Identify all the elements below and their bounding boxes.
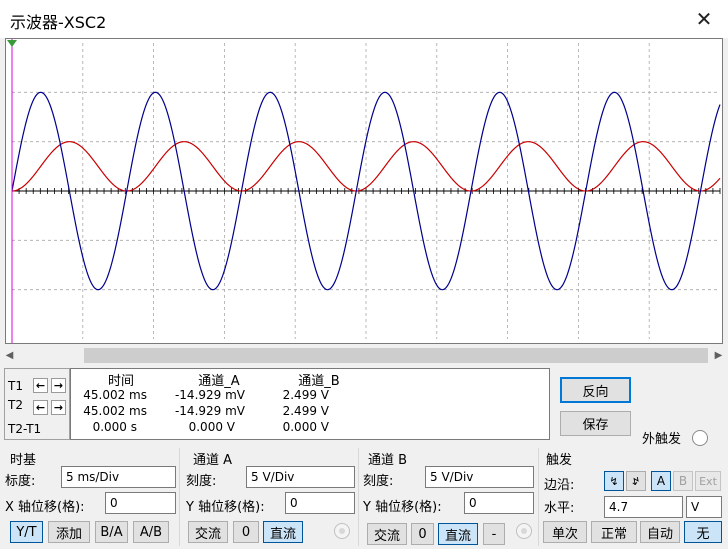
arrow-right-icon: → [53,401,64,414]
group-divider [358,448,359,546]
channel-a-zero-button[interactable]: 0 [233,521,259,543]
readout-t1-channel-a: -14.929 mV [174,388,245,402]
trigger-edge-label: 边沿: [544,478,575,493]
close-button[interactable]: ✕ [684,2,724,36]
scroll-right-icon[interactable]: ▶ [710,347,727,364]
channel-a-terminal [334,523,350,539]
arrow-left-icon: ← [35,401,46,414]
x-position-label: X 轴位移(格): [5,500,85,515]
readout-delta-channel-b: 0.000 V [282,420,329,434]
t1-left-button[interactable]: ← [33,378,48,393]
close-icon: ✕ [695,7,713,31]
trigger-title: 触发 [546,453,573,468]
trigger-falling-edge-button[interactable]: ↯ [626,471,646,491]
channel-a-ac-button[interactable]: 交流 [188,521,228,543]
falling-edge-icon: ↯ [631,474,641,488]
timebase-title: 时基 [10,453,37,468]
t1-right-button[interactable]: → [51,378,66,393]
trigger-level-label: 水平: [544,501,575,516]
channel-a-title: 通道 A [193,453,233,468]
channel-b-zero-button[interactable]: 0 [411,523,434,545]
channel-b-ypos-label: Y 轴位移(格): [363,500,442,515]
trigger-source-ext-button[interactable]: Ext [695,471,721,491]
channel-b-title: 通道 B [368,453,408,468]
channel-a-scale-label: 刻度: [186,474,217,489]
channel-a-ypos-input[interactable]: 0 [285,492,355,514]
title-bar: 示波器-XSC2 ✕ [0,0,728,38]
mode-ba-button[interactable]: B/A [95,521,128,543]
readout-t1-channel-b: 2.499 V [282,388,329,402]
oscilloscope-screen[interactable] [5,38,723,344]
channel-b-invert-button[interactable]: - [483,523,505,545]
mode-yt-button[interactable]: Y/T [10,521,43,543]
trigger-auto-button[interactable]: 自动 [640,521,680,543]
ext-trigger-terminal[interactable] [692,430,708,446]
channel-b-dc-button[interactable]: 直流 [438,523,478,545]
channel-a-dc-button[interactable]: 直流 [263,521,303,543]
readout-t2-channel-b: 2.499 V [282,404,329,418]
readout-delta-time: 0.000 s [92,420,137,434]
readout-t1-time: 45.002 ms [83,388,147,402]
channel-b-ypos-input[interactable]: 0 [464,492,534,514]
scroll-left-icon[interactable]: ◀ [1,347,18,364]
waveform-plot [7,39,721,343]
channel-a-ypos-label: Y 轴位移(格): [186,500,265,515]
reverse-button[interactable]: 反向 [560,377,631,403]
readout-t2-time: 45.002 ms [83,404,147,418]
trigger-level-unit[interactable]: V [686,496,722,518]
scroll-thumb[interactable] [84,348,708,363]
t2-left-button[interactable]: ← [33,400,48,415]
cursor-t1-marker [7,40,17,47]
channel-b-terminal [516,523,532,539]
readout-header-time: 时间 [107,374,134,389]
trigger-source-b-button[interactable]: B [673,471,693,491]
arrow-left-icon: ← [35,379,46,392]
channel-b-ac-button[interactable]: 交流 [367,523,407,545]
measurement-readout: 时间 通道_A 通道_B 45.002 ms -14.929 mV 2.499 … [70,368,550,440]
channel-b-scale-label: 刻度: [363,474,394,489]
t2-label: T2 [8,398,23,412]
trigger-normal-button[interactable]: 正常 [591,521,637,543]
readout-header-channel-a: 通道_A [198,374,240,389]
readout-t2-channel-a: -14.929 mV [174,404,245,418]
channel-b-scale-input[interactable]: 5 V/Div [425,466,534,488]
t2-right-button[interactable]: → [51,400,66,415]
arrow-right-icon: → [53,379,64,392]
timebase-scale-input[interactable]: 5 ms/Div [61,466,176,488]
save-button[interactable]: 保存 [560,411,631,436]
trigger-rising-edge-button[interactable]: ↯ [604,471,624,491]
window-title: 示波器-XSC2 [10,13,107,32]
trigger-single-button[interactable]: 单次 [543,521,587,543]
group-divider [179,448,180,546]
trigger-source-a-button[interactable]: A [651,471,671,491]
mode-ab-button[interactable]: A/B [133,521,169,543]
rising-edge-icon: ↯ [609,474,619,488]
mode-add-button[interactable]: 添加 [48,521,90,543]
t1-label: T1 [8,379,23,393]
readout-header-channel-b: 通道_B [298,374,340,389]
ext-trigger-label: 外触发 [642,432,682,447]
readout-delta-channel-a: 0.000 V [188,420,235,434]
cursor-panel: T1 ← → T2 ← → T2-T1 [4,368,70,440]
t2t1-label: T2-T1 [8,422,42,436]
trigger-none-button[interactable]: 无 [684,521,722,543]
channel-a-scale-input[interactable]: 5 V/Div [246,466,355,488]
horizontal-scrollbar[interactable]: ◀ ▶ [0,347,728,364]
x-position-input[interactable]: 0 [105,492,176,514]
timebase-scale-label: 标度: [5,474,36,489]
group-divider [538,448,539,546]
trigger-level-input[interactable]: 4.7 [604,496,683,518]
